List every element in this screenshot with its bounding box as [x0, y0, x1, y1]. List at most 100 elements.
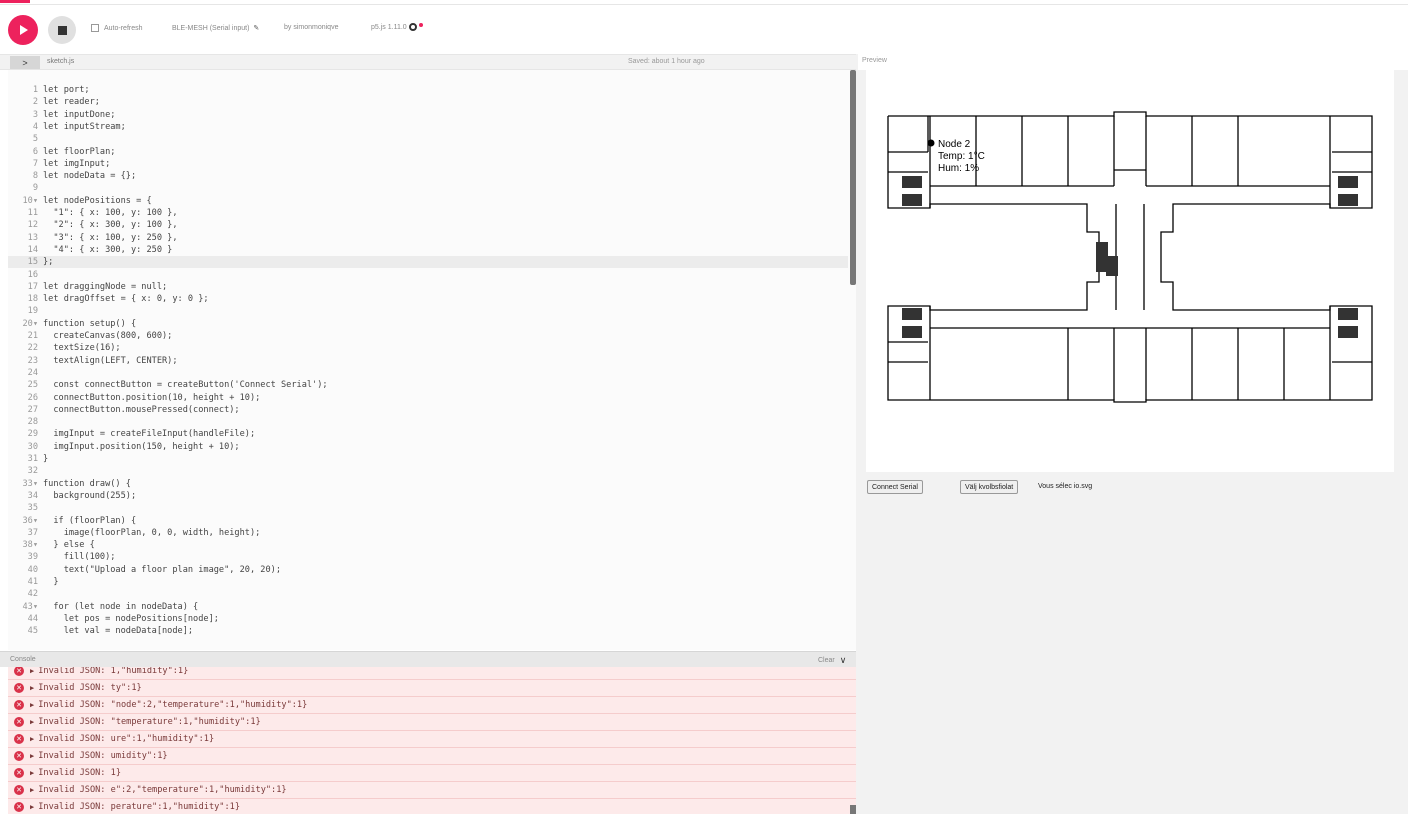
code-line[interactable]: 16: [8, 269, 848, 281]
code-line[interactable]: 37 image(floorPlan, 0, 0, width, height)…: [8, 527, 848, 539]
console-error-row[interactable]: ✕ ▶ Invalid JSON: ure":1,"humidity":1}: [8, 731, 856, 748]
line-number: 41: [27, 577, 38, 587]
console-message: Invalid JSON: ty":1}: [38, 683, 142, 693]
stop-button[interactable]: [48, 16, 76, 44]
line-number: 37: [27, 527, 38, 538]
console-error-row[interactable]: ✕ ▶ Invalid JSON: 1,"humidity":1}: [8, 667, 856, 680]
code-line[interactable]: 15};: [8, 256, 848, 269]
code-line[interactable]: 1 let port;: [8, 84, 848, 96]
code-line[interactable]: 34 background(255);: [8, 490, 848, 502]
code-line[interactable]: 40 text("Upload a floor plan image", 20,…: [8, 564, 848, 576]
code-line[interactable]: 22 textSize(16);: [8, 342, 848, 354]
auto-refresh-checkbox[interactable]: [91, 24, 99, 32]
code-line[interactable]: 7 let imgInput;: [8, 158, 848, 170]
code-line[interactable]: 13 "3": { x: 100, y: 250 },: [8, 232, 848, 244]
pencil-icon[interactable]: ✎: [253, 24, 259, 32]
line-number: 19: [27, 306, 38, 317]
code-line[interactable]: 33▾ function draw() {: [8, 478, 848, 490]
chevron-right-icon: >: [22, 57, 28, 68]
code-line[interactable]: 14 "4": { x: 300, y: 250 }: [8, 244, 848, 256]
code-line[interactable]: 5: [8, 133, 848, 145]
node-marker[interactable]: [927, 139, 935, 147]
code-line[interactable]: 20▾ function setup() {: [8, 318, 848, 330]
code-line[interactable]: 42: [8, 588, 848, 600]
code-line[interactable]: 6 let floorPlan;: [8, 146, 848, 158]
code-text: "3": { x: 100, y: 250 },: [43, 232, 178, 243]
chevron-down-icon[interactable]: ∨: [840, 655, 847, 666]
line-number: 30: [27, 441, 38, 452]
console-error-row[interactable]: ✕ ▶ Invalid JSON: ty":1}: [8, 680, 856, 697]
code-line[interactable]: 43▾ for (let node in nodeData) {: [8, 601, 848, 613]
node-name-label: Node 2: [938, 139, 971, 150]
console-error-row[interactable]: ✕ ▶ Invalid JSON: "node":2,"temperature":1…: [8, 697, 856, 714]
console-message: Invalid JSON: 1}: [38, 768, 122, 778]
code-line[interactable]: 19: [8, 305, 848, 317]
code-line[interactable]: 8 let nodeData = {};: [8, 170, 848, 182]
play-button[interactable]: [8, 15, 38, 45]
code-line[interactable]: 18 let dragOffset = { x: 0, y: 0 };: [8, 293, 848, 305]
expand-triangle-icon[interactable]: ▶: [30, 786, 34, 794]
console-header: Console Clear ∨: [0, 651, 856, 667]
code-line[interactable]: 36▾ if (floorPlan) {: [8, 515, 848, 527]
code-text: let pos = nodePositions[node];: [43, 613, 219, 624]
code-line[interactable]: 23 textAlign(LEFT, CENTER);: [8, 355, 848, 367]
code-line[interactable]: 32: [8, 465, 848, 477]
expand-triangle-icon[interactable]: ▶: [30, 769, 34, 777]
console-error-row[interactable]: ✕ ▶ Invalid JSON: "temperature":1,"humidit…: [8, 714, 856, 731]
choose-file-button[interactable]: Välj kvolbsfiolat: [960, 480, 1019, 494]
console-error-row[interactable]: ✕ ▶ Invalid JSON: perature":1,"humidity":1…: [8, 799, 856, 814]
expand-triangle-icon[interactable]: ▶: [30, 684, 34, 692]
code-line[interactable]: 29 imgInput = createFileInput(handleFile…: [8, 428, 848, 440]
preview-margin-left: [858, 70, 866, 472]
sketch-title[interactable]: BLE-MESH (Serial input) ✎: [172, 24, 259, 33]
code-line[interactable]: 44 let pos = nodePositions[node];: [8, 613, 848, 625]
console-error-row[interactable]: ✕ ▶ Invalid JSON: umidity":1}: [8, 748, 856, 765]
code-line[interactable]: 12 "2": { x: 300, y: 100 },: [8, 219, 848, 231]
expand-triangle-icon[interactable]: ▶: [30, 701, 34, 709]
code-line[interactable]: 30 imgInput.position(150, height + 10);: [8, 441, 848, 453]
code-text: let nodeData = {};: [43, 171, 137, 182]
code-line[interactable]: 4 let inputStream;: [8, 121, 848, 133]
play-icon: [20, 25, 28, 35]
code-line[interactable]: 45 let val = nodeData[node];: [8, 625, 848, 637]
code-line[interactable]: 2 let reader;: [8, 96, 848, 108]
code-line[interactable]: 39 fill(100);: [8, 551, 848, 563]
code-line[interactable]: 11 "1": { x: 100, y: 100 },: [8, 207, 848, 219]
console-error-row[interactable]: ✕ ▶ Invalid JSON: 1}: [8, 765, 856, 782]
sidebar-toggle-button[interactable]: >: [10, 56, 40, 69]
code-line[interactable]: 41 }: [8, 576, 848, 588]
version-selector[interactable]: p5.js 1.11.0: [371, 23, 423, 31]
expand-triangle-icon[interactable]: ▶: [30, 667, 34, 675]
expand-triangle-icon[interactable]: ▶: [30, 752, 34, 760]
console-error-row[interactable]: ✕ ▶ Invalid JSON: e":2,"temperature":1,"hu…: [8, 782, 856, 799]
code-text: image(floorPlan, 0, 0, width, height);: [43, 527, 261, 538]
code-line[interactable]: 28: [8, 416, 848, 428]
code-line[interactable]: 25 const connectButton = createButton('C…: [8, 379, 848, 391]
code-line[interactable]: 31}: [8, 453, 848, 465]
code-line[interactable]: 27 connectButton.mousePressed(connect);: [8, 404, 848, 416]
line-number: 8: [32, 171, 38, 182]
expand-triangle-icon[interactable]: ▶: [30, 803, 34, 811]
sketch-author[interactable]: by simonmoniqve: [284, 24, 338, 31]
expand-triangle-icon[interactable]: ▶: [30, 718, 34, 726]
code-line[interactable]: 17 let draggingNode = null;: [8, 281, 848, 293]
code-line[interactable]: 21 createCanvas(800, 600);: [8, 330, 848, 342]
line-number: 20▾: [22, 318, 38, 329]
code-line[interactable]: 26 connectButton.position(10, height + 1…: [8, 392, 848, 404]
code-line[interactable]: 9: [8, 182, 848, 194]
line-number: 44: [27, 613, 38, 624]
code-line[interactable]: 38▾ } else {: [8, 539, 848, 551]
line-number: 22: [27, 343, 38, 354]
expand-triangle-icon[interactable]: ▶: [30, 735, 34, 743]
clear-console-button[interactable]: Clear: [818, 657, 835, 664]
line-number: 39: [27, 552, 38, 563]
code-line[interactable]: 3 let inputDone;: [8, 109, 848, 121]
code-line[interactable]: 24: [8, 367, 848, 379]
gear-icon[interactable]: [408, 23, 417, 31]
code-text: let port;: [43, 85, 90, 95]
auto-refresh-toggle[interactable]: Auto-refresh: [91, 24, 143, 32]
connect-serial-button[interactable]: Connect Serial: [867, 480, 923, 494]
code-line[interactable]: 10▾ let nodePositions = {: [8, 195, 848, 207]
code-line[interactable]: 35: [8, 502, 848, 514]
code-editor[interactable]: 1 let port; 2 let reader; 3 let inputDone; 4 le…: [8, 70, 856, 650]
